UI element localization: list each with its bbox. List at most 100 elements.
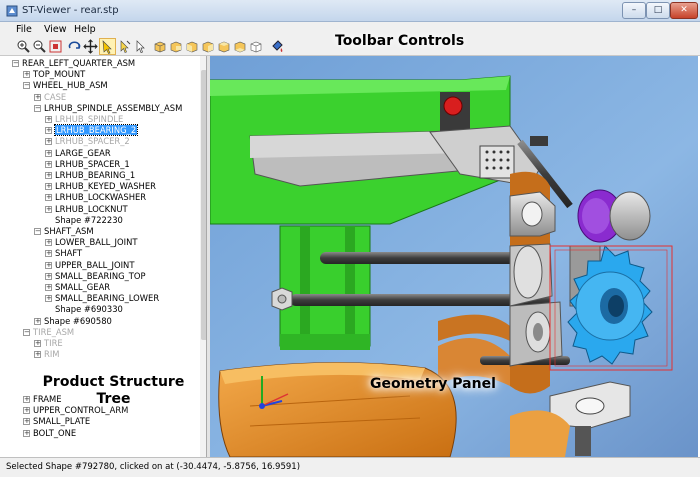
pointer-icon[interactable] bbox=[133, 39, 148, 54]
expand-icon[interactable]: + bbox=[45, 284, 52, 291]
tree-item[interactable]: − LRHUB_SPINDLE_ASSEMBLY_ASM bbox=[34, 103, 182, 114]
view-cube-back-icon[interactable] bbox=[168, 39, 183, 54]
menu-view[interactable]: View bbox=[44, 24, 67, 35]
select-icon[interactable] bbox=[99, 38, 116, 55]
view-cube-left-icon[interactable] bbox=[184, 39, 199, 54]
toolbar-controls-label: Toolbar Controls bbox=[335, 33, 465, 49]
geometry-panel-label: Geometry Panel bbox=[370, 376, 496, 392]
pan-icon[interactable] bbox=[83, 39, 98, 54]
expand-icon[interactable]: + bbox=[45, 172, 52, 179]
hex-nut-part[interactable] bbox=[271, 287, 293, 311]
expand-icon[interactable]: + bbox=[45, 205, 52, 213]
expand-icon[interactable]: + bbox=[45, 149, 52, 157]
collapse-icon[interactable]: − bbox=[23, 82, 30, 90]
tree-item[interactable]: + LRHUB_SPINDLE bbox=[45, 114, 123, 125]
tree-item[interactable]: − REAR_LEFT_QUARTER_ASM bbox=[12, 58, 135, 69]
view-cube-top-icon[interactable] bbox=[216, 39, 231, 54]
expand-icon[interactable]: + bbox=[45, 138, 52, 146]
tree-item-label: SHAFT bbox=[55, 248, 83, 259]
tree-item[interactable]: + CASE bbox=[34, 92, 66, 103]
tree-item[interactable]: + UPPER_BALL_JOINT bbox=[45, 260, 134, 271]
view-cube-iso-icon[interactable] bbox=[248, 39, 263, 54]
tree-item-label: SMALL_BEARING_LOWER bbox=[55, 293, 160, 304]
tree-item-label: TIRE bbox=[44, 338, 63, 348]
expand-icon[interactable]: + bbox=[34, 93, 41, 101]
expand-icon[interactable]: + bbox=[45, 160, 52, 168]
tree-item[interactable]: + TIRE bbox=[34, 338, 63, 349]
product-structure-tree-label: Product Structure Tree bbox=[26, 374, 201, 408]
tree-item[interactable]: + SHAFT bbox=[45, 248, 82, 259]
paint-icon[interactable] bbox=[270, 39, 285, 54]
menu-help[interactable]: Help bbox=[74, 24, 96, 35]
zoom-fit-icon[interactable] bbox=[48, 39, 63, 54]
tree-item[interactable]: + LRHUB_BEARING_2 bbox=[45, 124, 139, 137]
tree-item[interactable]: + LRHUB_KEYED_WASHER bbox=[45, 181, 156, 192]
product-structure-tree-label-line1: Product Structure bbox=[42, 374, 185, 390]
tree-item-label: LRHUB_SPACER_2 bbox=[55, 136, 130, 147]
tree-item[interactable]: + LRHUB_BEARING_1 bbox=[45, 170, 135, 181]
pick-icon[interactable] bbox=[117, 39, 132, 54]
tree-item[interactable]: − SHAFT_ASM bbox=[34, 226, 94, 237]
collapse-icon[interactable]: − bbox=[12, 60, 19, 67]
view-cube-right-icon[interactable] bbox=[200, 39, 215, 54]
expand-icon[interactable]: + bbox=[45, 239, 52, 247]
app-icon bbox=[6, 5, 18, 17]
tree-item[interactable]: − TIRE_ASM bbox=[23, 327, 74, 338]
expand-icon[interactable]: + bbox=[45, 127, 52, 135]
zoom-out-icon[interactable] bbox=[32, 39, 47, 54]
tree-item[interactable]: + SMALL_BEARING_LOWER bbox=[45, 293, 159, 304]
tree-item-label: LRHUB_SPINDLE_ASSEMBLY_ASM bbox=[44, 102, 183, 113]
maximize-button[interactable]: □ bbox=[646, 2, 670, 19]
expand-icon[interactable]: + bbox=[23, 407, 30, 415]
collapse-icon[interactable]: − bbox=[23, 328, 30, 336]
expand-icon[interactable]: + bbox=[23, 429, 30, 437]
expand-icon[interactable]: + bbox=[34, 351, 41, 359]
expand-icon[interactable]: + bbox=[34, 340, 41, 347]
tree-item[interactable]: Shape #722230 bbox=[45, 215, 123, 226]
tree-item[interactable]: + LRHUB_LOCKWASHER bbox=[45, 192, 146, 203]
tree-item[interactable]: + SMALL_PLATE bbox=[23, 416, 90, 427]
collapse-icon[interactable]: − bbox=[34, 104, 41, 112]
tree-item[interactable]: + LRHUB_SPACER_1 bbox=[45, 159, 130, 170]
window-title: ST-Viewer - rear.stp bbox=[22, 5, 119, 16]
expand-icon[interactable]: + bbox=[45, 272, 52, 280]
menu-file[interactable]: File bbox=[16, 24, 32, 35]
close-button[interactable]: ✕ bbox=[670, 2, 698, 19]
expand-icon[interactable]: + bbox=[23, 418, 30, 426]
tree-item[interactable]: + LRHUB_LOCKNUT bbox=[45, 204, 128, 215]
view-cube-bottom-icon[interactable] bbox=[232, 39, 247, 54]
minimize-icon: – bbox=[631, 5, 637, 15]
tree-item[interactable]: + LOWER_BALL_JOINT bbox=[45, 237, 137, 248]
tree-item-label: Shape #690580 bbox=[44, 315, 112, 326]
tree-item-label: REAR_LEFT_QUARTER_ASM bbox=[22, 58, 136, 68]
minimize-button[interactable]: – bbox=[622, 2, 646, 19]
tree-item[interactable]: + SMALL_GEAR bbox=[45, 282, 110, 293]
expand-icon[interactable]: + bbox=[45, 194, 52, 202]
tree-item[interactable]: + RIM bbox=[34, 349, 60, 360]
expand-icon[interactable]: + bbox=[45, 261, 52, 269]
rotate-icon[interactable] bbox=[67, 39, 82, 54]
tree-item[interactable]: + SMALL_BEARING_TOP bbox=[45, 271, 146, 282]
expand-icon[interactable]: + bbox=[34, 317, 41, 325]
tree-item[interactable]: + Shape #690580 bbox=[34, 316, 112, 327]
geometry-panel[interactable]: Geometry Panel bbox=[210, 56, 698, 457]
expand-icon[interactable]: + bbox=[45, 183, 52, 191]
tree-scrollbar[interactable] bbox=[200, 56, 206, 457]
expand-icon[interactable]: + bbox=[45, 295, 52, 303]
collapse-icon[interactable]: − bbox=[34, 228, 41, 235]
expand-icon[interactable]: + bbox=[23, 71, 30, 79]
tree-item-label: BOLT_ONE bbox=[33, 427, 77, 438]
tree-item-label: LRHUB_SPINDLE bbox=[55, 114, 124, 124]
tree-item[interactable]: + LARGE_GEAR bbox=[45, 148, 111, 159]
geometry-viewport[interactable] bbox=[210, 56, 698, 457]
tree-item[interactable]: − WHEEL_HUB_ASM bbox=[23, 80, 108, 91]
tree-item[interactable]: + BOLT_ONE bbox=[23, 428, 76, 439]
view-cube-front-icon[interactable] bbox=[152, 39, 167, 54]
expand-icon[interactable]: + bbox=[45, 116, 52, 123]
tree-item[interactable]: + TOP_MOUNT bbox=[23, 69, 85, 80]
tree-item[interactable]: Shape #690330 bbox=[45, 304, 123, 315]
tree-item-label: LRHUB_SPACER_1 bbox=[55, 158, 130, 169]
tree-item[interactable]: + LRHUB_SPACER_2 bbox=[45, 136, 130, 147]
expand-icon[interactable]: + bbox=[45, 250, 52, 258]
zoom-in-icon[interactable] bbox=[16, 39, 31, 54]
